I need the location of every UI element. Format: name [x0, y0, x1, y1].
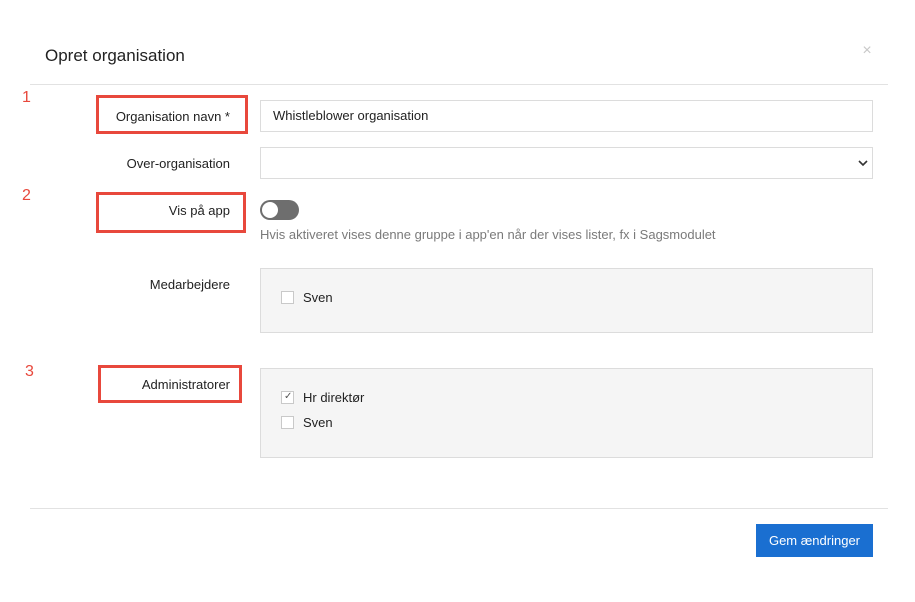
checkmark-icon: ✓ — [284, 391, 293, 402]
close-icon[interactable]: × — [860, 42, 874, 60]
org-name-label: Organisation navn * — [115, 109, 230, 124]
save-changes-button[interactable]: Gem ændringer — [756, 524, 873, 557]
annotation-number-1: 1 — [22, 89, 31, 106]
employees-panel: Sven — [260, 268, 873, 333]
parent-org-label: Over-organisation — [126, 156, 230, 171]
employee-checkbox-sven[interactable] — [281, 291, 294, 304]
show-on-app-label: Vis på app — [168, 203, 230, 218]
employee-name: Sven — [303, 290, 333, 305]
administrators-label: Administratorer — [141, 377, 230, 392]
administrator-name: Sven — [303, 415, 333, 430]
org-name-input[interactable]: Whistleblower organisation — [260, 100, 873, 132]
employees-label: Medarbejdere — [149, 277, 230, 292]
administrator-checkbox-hr-direktor[interactable]: ✓ — [281, 391, 294, 404]
dialog-title: Opret organisation — [45, 46, 185, 65]
parent-org-select[interactable] — [260, 147, 873, 179]
footer-divider — [30, 508, 888, 509]
administrator-checkbox-sven[interactable] — [281, 416, 294, 429]
chevron-down-icon — [858, 160, 868, 167]
toggle-knob — [262, 202, 278, 218]
show-on-app-help: Hvis aktiveret vises denne gruppe i app'… — [260, 227, 716, 242]
header-divider — [30, 84, 888, 85]
show-on-app-toggle[interactable] — [260, 200, 299, 220]
administrator-name: Hr direktør — [303, 390, 365, 405]
administrators-panel: ✓ Hr direktør Sven — [260, 368, 873, 458]
